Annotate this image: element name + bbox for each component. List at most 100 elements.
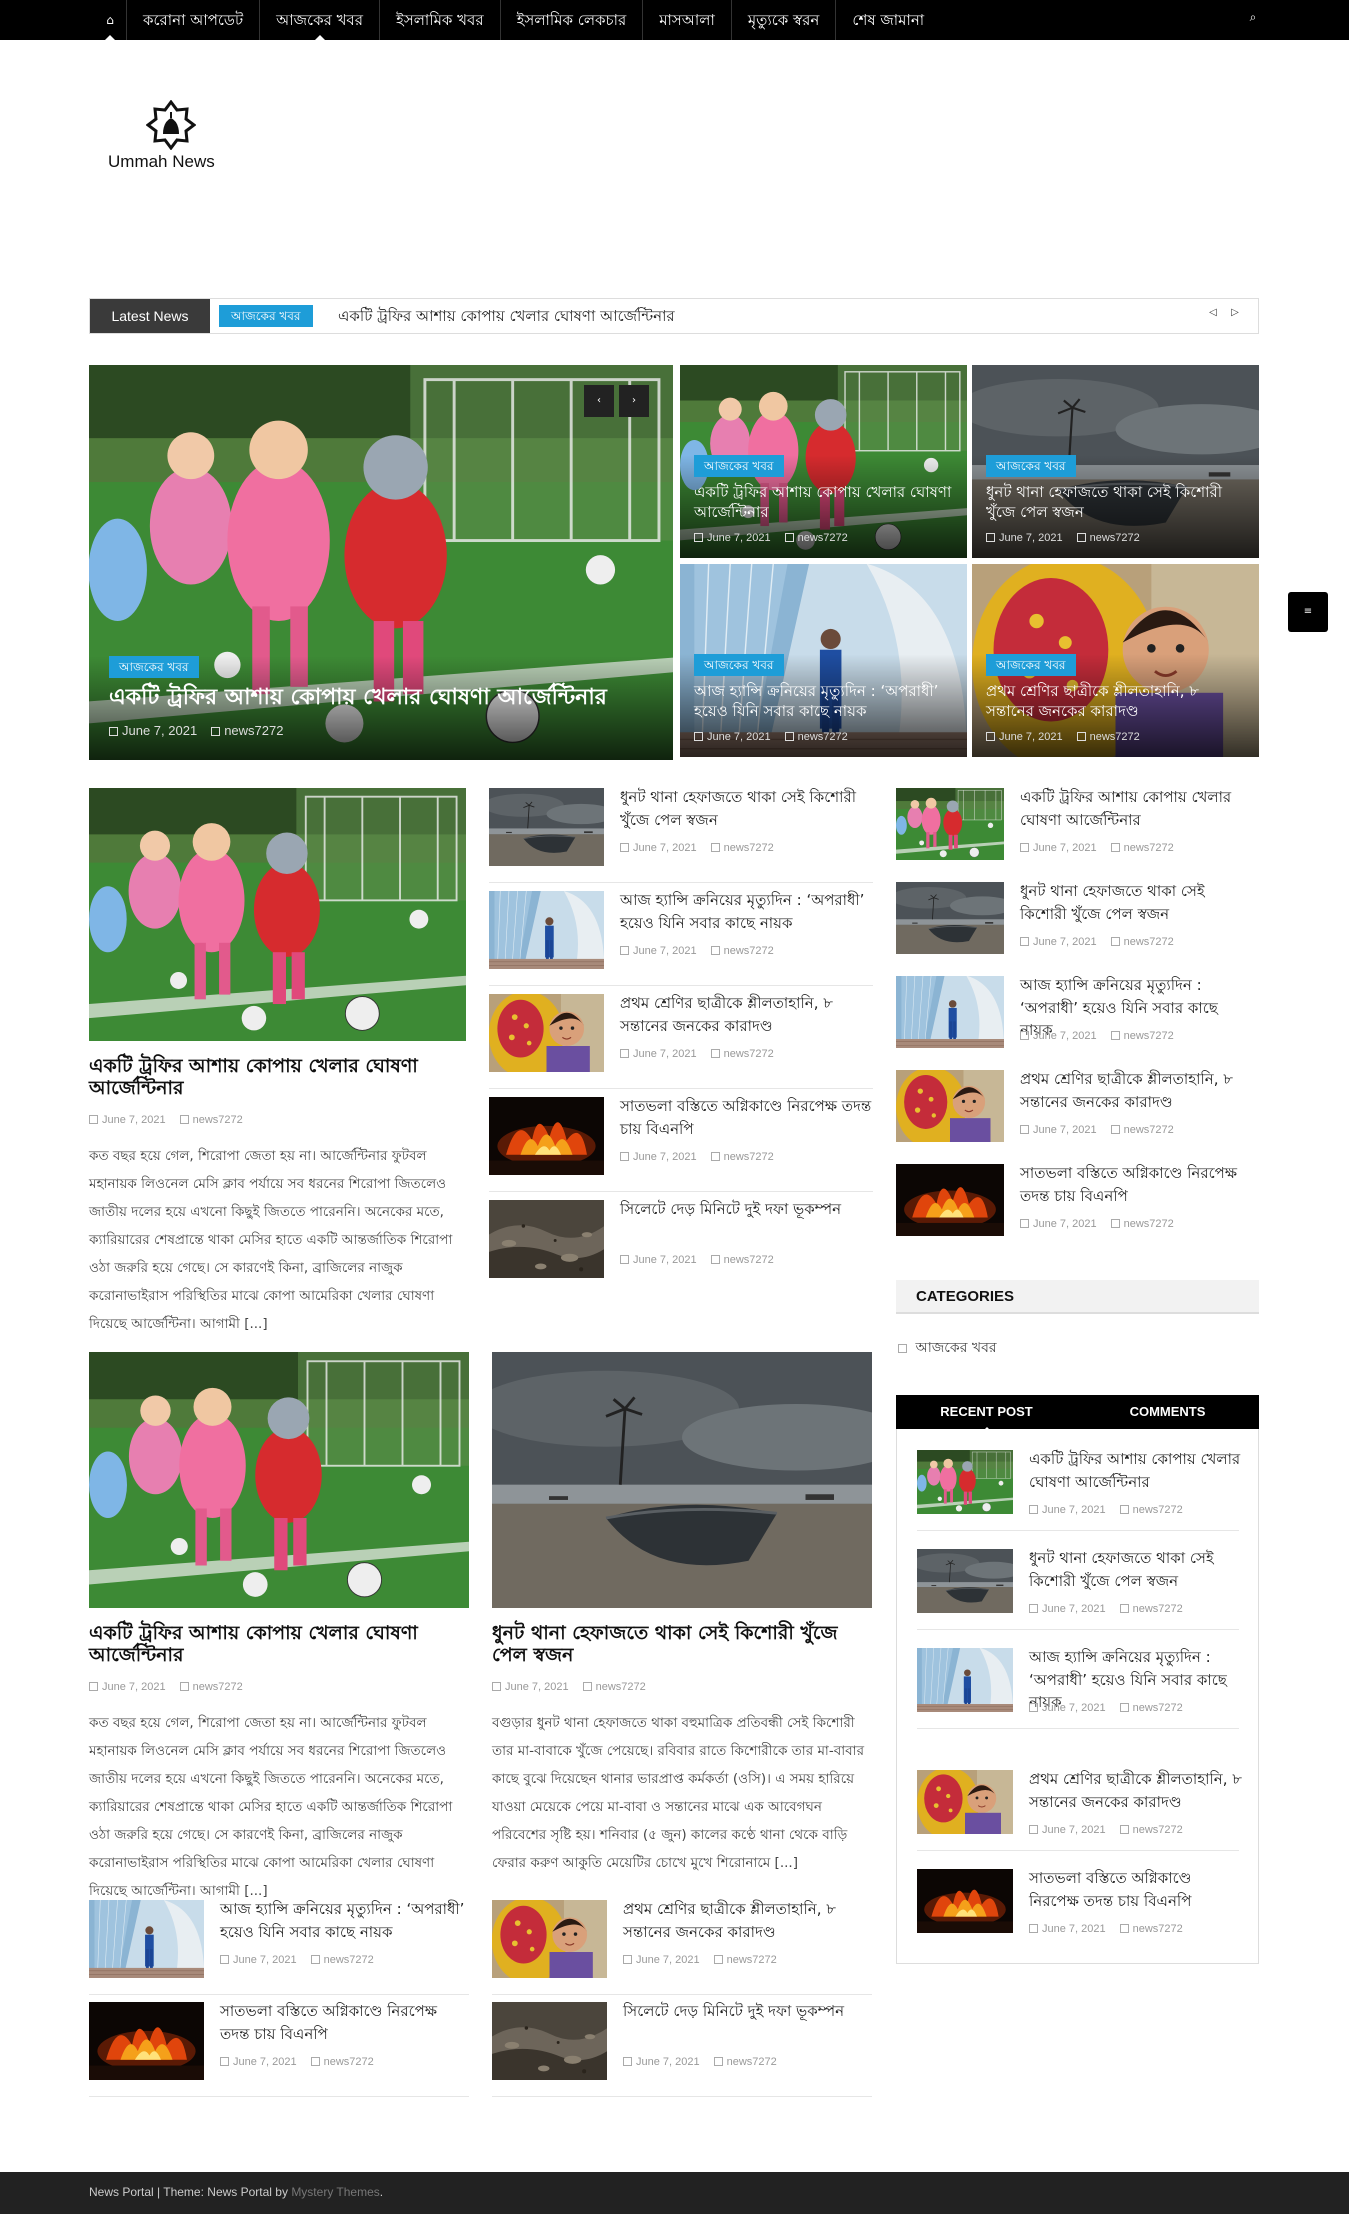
post-author[interactable]: news7272 xyxy=(1133,1824,1183,1836)
featured-grid-item[interactable]: আজকের খবর একটি ট্রফির আশায় কোপায় খেলার… xyxy=(680,365,967,558)
post-author[interactable]: news7272 xyxy=(724,1048,774,1060)
post-author[interactable]: news7272 xyxy=(1090,731,1140,743)
nav-item-islamic-news[interactable]: ইসলামিক খবর xyxy=(379,0,500,40)
post-thumbnail[interactable] xyxy=(896,976,1004,1048)
slider-next-icon[interactable]: › xyxy=(619,385,649,417)
post-title[interactable]: ধুনট থানা হেফাজতে থাকা সেই কিশোরী খুঁজে … xyxy=(492,1622,872,1667)
post-thumbnail[interactable] xyxy=(492,1900,607,1978)
post-author[interactable]: news7272 xyxy=(1124,1030,1174,1042)
grid-post-title[interactable]: ধুনট থানা হেফাজতে থাকা সেই কিশোরী খুঁজে … xyxy=(986,483,1245,522)
post-thumbnail[interactable] xyxy=(492,2002,607,2080)
post-author[interactable]: news7272 xyxy=(193,1681,243,1693)
post-thumbnail[interactable] xyxy=(489,1200,604,1278)
list-post-title[interactable]: আজ হ্যান্সি ক্রনিয়ের মৃত্যুদিন : ‘অপরাধ… xyxy=(620,889,875,934)
home-icon[interactable]: ⌂ xyxy=(98,8,122,40)
ticker-next-icon[interactable]: ▷ xyxy=(1228,307,1242,323)
side-toggle-icon[interactable]: ≡ xyxy=(1288,592,1328,632)
post-thumbnail[interactable] xyxy=(89,2002,204,2080)
post-author[interactable]: news7272 xyxy=(596,1681,646,1693)
post-author[interactable]: news7272 xyxy=(727,2056,777,2068)
post-author[interactable]: news7272 xyxy=(1124,936,1174,948)
post-thumbnail[interactable] xyxy=(917,1648,1013,1712)
post-thumbnail[interactable] xyxy=(489,788,604,866)
list-post-title[interactable]: সাতভলা বস্তিতে অগ্নিকাণ্ডে নিরপেক্ষ তদন্… xyxy=(620,1095,875,1140)
post-author[interactable]: news7272 xyxy=(1133,1923,1183,1935)
post-title[interactable]: একটি ট্রফির আশায় কোপায় খেলার ঘোষণা আর্… xyxy=(89,1055,466,1100)
post-author[interactable]: news7272 xyxy=(724,842,774,854)
list-post-title[interactable]: প্রথম শ্রেণির ছাত্রীকে শ্লীলতাহানি, ৮ সন… xyxy=(1029,1768,1245,1813)
list-post-title[interactable]: একটি ট্রফির আশায় কোপায় খেলার ঘোষণা আর্… xyxy=(1020,786,1250,831)
post-author[interactable]: news7272 xyxy=(1124,1218,1174,1230)
list-post-title[interactable]: ধুনট থানা হেফাজতে থাকা সেই কিশোরী খুঁজে … xyxy=(1029,1547,1245,1592)
post-author[interactable]: news7272 xyxy=(724,1151,774,1163)
ticker-category-badge[interactable]: আজকের খবর xyxy=(219,305,313,327)
post-author[interactable]: news7272 xyxy=(1090,532,1140,544)
post-author[interactable]: news7272 xyxy=(798,532,848,544)
list-post-title[interactable]: সাতভলা বস্তিতে অগ্নিকাণ্ডে নিরপেক্ষ তদন্… xyxy=(1020,1162,1250,1207)
post-thumbnail[interactable] xyxy=(896,788,1004,860)
post-author[interactable]: news7272 xyxy=(1133,1702,1183,1714)
list-post-title[interactable]: সিলেটে দেড় মিনিটে দুই দফা ভূকম্পন xyxy=(620,1198,875,1221)
post-thumbnail[interactable] xyxy=(89,1352,469,1608)
search-icon[interactable]: ⌕ xyxy=(1243,10,1263,30)
list-post-title[interactable]: সিলেটে দেড় মিনিটে দুই দফা ভূকম্পন xyxy=(623,2000,873,2023)
site-logo[interactable]: Ummah News xyxy=(108,100,238,175)
nav-item-end-times[interactable]: শেষ জামানা xyxy=(835,0,940,40)
featured-grid-item[interactable]: আজকের খবর আজ হ্যান্সি ক্রনিয়ের মৃত্যুদি… xyxy=(680,564,967,757)
list-post-title[interactable]: প্রথম শ্রেণির ছাত্রীকে শ্লীলতাহানি, ৮ সন… xyxy=(1020,1068,1250,1113)
post-thumbnail[interactable] xyxy=(917,1549,1013,1613)
grid-post-title[interactable]: প্রথম শ্রেণির ছাত্রীকে শ্লীলতাহানি, ৮ সন… xyxy=(986,682,1245,721)
grid-post-title[interactable]: আজ হ্যান্সি ক্রনিয়ের মৃত্যুদিন : ‘অপরাধ… xyxy=(694,682,953,721)
list-post-title[interactable]: সাতভলা বস্তিতে অগ্নিকাণ্ডে নিরপেক্ষ তদন্… xyxy=(1029,1867,1245,1912)
post-thumbnail[interactable] xyxy=(489,891,604,969)
ticker-headline[interactable]: একটি ট্রফির আশায় কোপায় খেলার ঘোষণা আর্… xyxy=(338,299,675,333)
featured-grid-item[interactable]: আজকের খবর ধুনট থানা হেফাজতে থাকা সেই কিশ… xyxy=(972,365,1259,558)
post-thumbnail[interactable] xyxy=(489,994,604,1072)
list-post-title[interactable]: ধুনট থানা হেফাজতে থাকা সেই কিশোরী খুঁজে … xyxy=(1020,880,1250,925)
post-thumbnail[interactable] xyxy=(492,1352,872,1608)
tab-comments[interactable]: COMMENTS xyxy=(1077,1395,1258,1429)
category-badge[interactable]: আজকের খবর xyxy=(986,455,1076,477)
ticker-prev-icon[interactable]: ◁ xyxy=(1206,307,1220,323)
featured-title[interactable]: একটি ট্রফির আশায় কোপায় খেলার ঘোষণা আর্… xyxy=(109,684,653,713)
slider-prev-icon[interactable]: ‹ xyxy=(584,385,614,417)
category-badge[interactable]: আজকের খবর xyxy=(694,455,784,477)
post-thumbnail[interactable] xyxy=(489,1097,604,1175)
nav-item-islamic-lecture[interactable]: ইসলামিক লেকচার xyxy=(499,0,643,40)
nav-item-masala[interactable]: মাসআলা xyxy=(642,0,731,40)
nav-item-corona-update[interactable]: করোনা আপডেট xyxy=(126,0,259,40)
post-author[interactable]: news7272 xyxy=(193,1114,243,1126)
post-author[interactable]: news7272 xyxy=(1133,1504,1183,1516)
post-thumbnail[interactable] xyxy=(896,1070,1004,1142)
post-author[interactable]: news7272 xyxy=(224,723,283,738)
list-post-title[interactable]: প্রথম শ্রেণির ছাত্রীকে শ্লীলতাহানি, ৮ সন… xyxy=(623,1898,873,1943)
post-author[interactable]: news7272 xyxy=(324,1954,374,1966)
list-post-title[interactable]: ধুনট থানা হেফাজতে থাকা সেই কিশোরী খুঁজে … xyxy=(620,786,875,831)
post-author[interactable]: news7272 xyxy=(1133,1603,1183,1615)
category-link-label[interactable]: আজকের খবর xyxy=(915,1340,996,1356)
list-post-title[interactable]: একটি ট্রফির আশায় কোপায় খেলার ঘোষণা আর্… xyxy=(1029,1448,1245,1493)
post-author[interactable]: news7272 xyxy=(798,731,848,743)
post-thumbnail[interactable] xyxy=(89,788,466,1041)
nav-item-remembering-death[interactable]: মৃত্যুকে স্বরন xyxy=(730,0,836,40)
list-post-title[interactable]: প্রথম শ্রেণির ছাত্রীকে শ্লীলতাহানি, ৮ সন… xyxy=(620,992,875,1037)
post-thumbnail[interactable] xyxy=(917,1869,1013,1933)
post-author[interactable]: news7272 xyxy=(1124,842,1174,854)
post-thumbnail[interactable] xyxy=(89,1900,204,1978)
grid-post-title[interactable]: একটি ট্রফির আশায় কোপায় খেলার ঘোষণা আর্… xyxy=(694,483,953,522)
footer-theme-link[interactable]: Mystery Themes xyxy=(291,2185,379,2199)
post-thumbnail[interactable] xyxy=(896,882,1004,954)
category-badge[interactable]: আজকের খবর xyxy=(694,654,784,676)
category-badge[interactable]: আজকের খবর xyxy=(986,654,1076,676)
list-post-title[interactable]: আজ হ্যান্সি ক্রনিয়ের মৃত্যুদিন : ‘অপরাধ… xyxy=(220,1898,470,1943)
post-thumbnail[interactable] xyxy=(917,1450,1013,1514)
post-title[interactable]: একটি ট্রফির আশায় কোপায় খেলার ঘোষণা আর্… xyxy=(89,1622,469,1667)
post-author[interactable]: news7272 xyxy=(1124,1124,1174,1136)
post-thumbnail[interactable] xyxy=(896,1164,1004,1236)
post-thumbnail[interactable] xyxy=(917,1770,1013,1834)
featured-slide[interactable]: ‹ › আজকের খবর একটি ট্রফির আশায় কোপায় খ… xyxy=(89,365,673,760)
post-author[interactable]: news7272 xyxy=(724,1254,774,1266)
nav-item-todays-news[interactable]: আজকের খবর xyxy=(259,0,379,40)
category-badge[interactable]: আজকের খবর xyxy=(109,656,199,679)
featured-grid-item[interactable]: আজকের খবর প্রথম শ্রেণির ছাত্রীকে শ্লীলতা… xyxy=(972,564,1259,757)
